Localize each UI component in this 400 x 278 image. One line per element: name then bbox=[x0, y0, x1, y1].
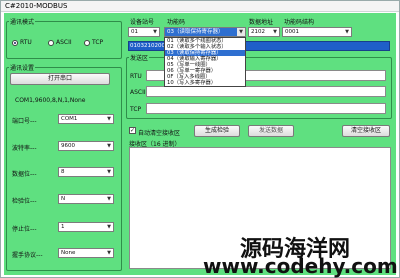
send-row-rtu-label: RTU bbox=[130, 73, 142, 80]
chevron-down-icon: ▼ bbox=[107, 143, 111, 149]
addr-label: 数据地址 bbox=[249, 19, 274, 26]
struct-label: 功能码结构 bbox=[284, 19, 315, 26]
handshake-label: 握手协议--- bbox=[12, 252, 43, 259]
chevron-down-icon: ▼ bbox=[345, 29, 349, 35]
databits-label: 数据位--- bbox=[12, 171, 37, 178]
send-tcp-field[interactable] bbox=[146, 103, 386, 114]
radio-ascii[interactable] bbox=[48, 40, 54, 46]
stopbits-select[interactable]: 1 ▼ bbox=[58, 222, 114, 232]
comm-mode-legend: 通讯模式 bbox=[10, 19, 35, 26]
radio-tcp-label: TCP bbox=[92, 39, 104, 46]
parity-value: N bbox=[61, 196, 66, 202]
chevron-down-icon: ▼ bbox=[237, 28, 245, 36]
clear-receive-button[interactable]: 清空接收区 bbox=[342, 125, 390, 137]
baud-value: 9600 bbox=[61, 143, 75, 149]
app-window: C#2010-MODBUS 通讯模式 RTU ASCII TCP 通讯设置 打开… bbox=[0, 0, 400, 278]
chevron-down-icon: ▼ bbox=[107, 169, 111, 175]
struct-value: 0001 bbox=[285, 29, 299, 35]
handshake-select[interactable]: None ▼ bbox=[58, 248, 114, 258]
baud-label: 波特率--- bbox=[12, 145, 37, 152]
send-row-tcp-label: TCP bbox=[130, 106, 142, 113]
station-select[interactable]: 01 ▼ bbox=[128, 27, 160, 37]
chevron-down-icon: ▼ bbox=[107, 250, 111, 256]
watermark-line2: www.codehy.com bbox=[203, 254, 398, 278]
client-area: 通讯模式 RTU ASCII TCP 通讯设置 打开串口 COM1,9600,8… bbox=[4, 13, 398, 278]
window-title: C#2010-MODBUS bbox=[1, 1, 399, 12]
func-option[interactable]: 10（写入多寄存器） bbox=[165, 80, 245, 86]
radio-rtu[interactable] bbox=[12, 40, 18, 46]
radio-tcp[interactable] bbox=[84, 40, 90, 46]
auto-clear-label: 自动清空接收区 bbox=[138, 130, 181, 137]
comm-settings-legend: 通讯设置 bbox=[10, 65, 35, 72]
radio-ascii-label: ASCII bbox=[56, 39, 72, 46]
func-dropdown-list: 01（读取多个线圈状态） 02（读取多个输入状态） 03（读取保持寄存器） 04… bbox=[164, 37, 246, 87]
station-value: 01 bbox=[131, 29, 138, 35]
chevron-down-icon: ▼ bbox=[107, 224, 111, 230]
port-label: 端口号--- bbox=[12, 118, 37, 125]
station-label: 设备站号 bbox=[130, 19, 155, 26]
generate-checksum-button[interactable]: 生成检验 bbox=[194, 125, 240, 137]
func-select[interactable]: 03（读取保持寄存器） ▼ bbox=[164, 27, 246, 37]
send-ascii-field[interactable] bbox=[146, 86, 386, 97]
chevron-down-icon: ▼ bbox=[273, 29, 277, 35]
port-value: COM1 bbox=[61, 116, 78, 122]
auto-clear-checkbox[interactable]: ✓ bbox=[129, 127, 136, 134]
stopbits-value: 1 bbox=[61, 224, 65, 230]
stopbits-label: 停止位--- bbox=[12, 226, 37, 233]
hex-frame-value: 0103210200 bbox=[130, 43, 165, 49]
databits-select[interactable]: 8 ▼ bbox=[58, 167, 114, 177]
send-row-ascii-label: ASCII bbox=[130, 89, 146, 96]
port-select[interactable]: COM1 ▼ bbox=[58, 114, 114, 124]
send-area-legend: 发送区 bbox=[130, 55, 149, 62]
chevron-down-icon: ▼ bbox=[153, 29, 157, 35]
open-port-button[interactable]: 打开串口 bbox=[10, 73, 110, 85]
parity-label: 检验位--- bbox=[12, 198, 37, 205]
handshake-value: None bbox=[61, 250, 76, 256]
port-status-text: COM1,9600,8,N,1,None bbox=[15, 97, 86, 104]
addr-value: 2102 bbox=[251, 29, 265, 35]
addr-select[interactable]: 2102 ▼ bbox=[248, 27, 280, 37]
chevron-down-icon: ▼ bbox=[107, 116, 111, 122]
databits-value: 8 bbox=[61, 169, 65, 175]
baud-select[interactable]: 9600 ▼ bbox=[58, 141, 114, 151]
send-data-button[interactable]: 发送数据 bbox=[248, 125, 294, 137]
func-label: 功能码 bbox=[167, 19, 186, 26]
parity-select[interactable]: N ▼ bbox=[58, 194, 114, 204]
func-value: 03（读取保持寄存器） bbox=[167, 29, 224, 35]
comm-mode-group: 通讯模式 bbox=[6, 17, 122, 59]
radio-rtu-label: RTU bbox=[20, 39, 32, 46]
struct-select[interactable]: 0001 ▼ bbox=[282, 27, 352, 37]
chevron-down-icon: ▼ bbox=[107, 196, 111, 202]
